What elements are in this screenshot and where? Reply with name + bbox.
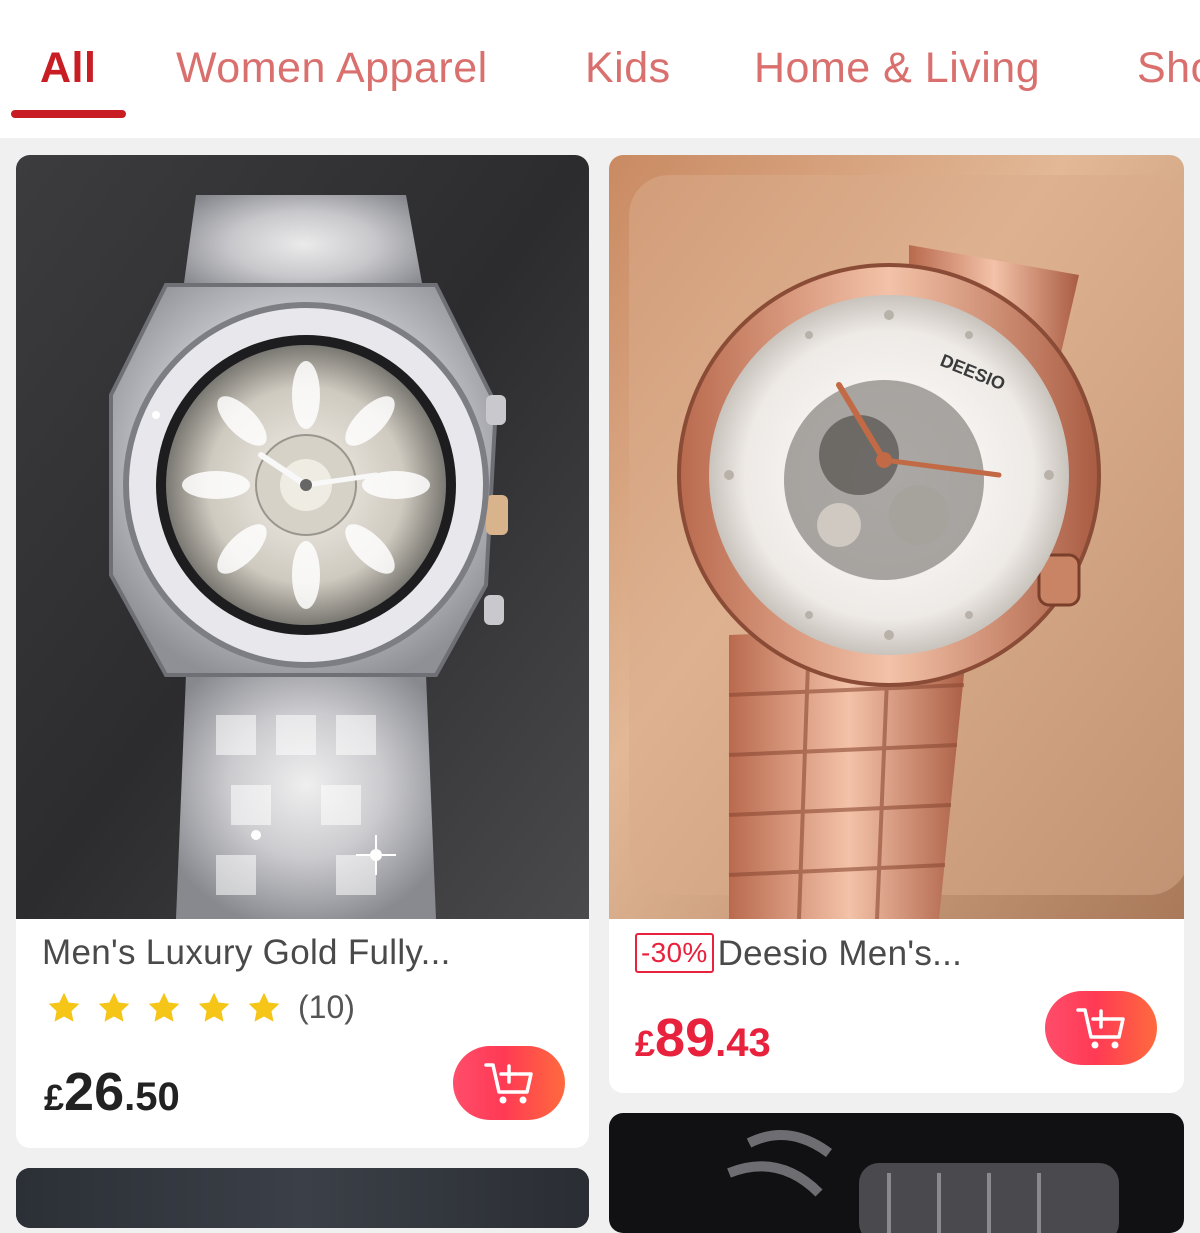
rating-stars: (10) — [46, 989, 355, 1026]
product-card-deesio-watch[interactable]: DEESIO -30% Deesio Men's... £89.43 — [609, 155, 1184, 1093]
product-image-partial[interactable] — [609, 1113, 1184, 1233]
tab-home-living[interactable]: Home & Living — [754, 44, 1040, 93]
add-to-cart-button[interactable] — [453, 1046, 565, 1120]
active-tab-indicator — [11, 110, 126, 118]
price-decimal: .43 — [715, 1021, 771, 1065]
add-to-cart-button[interactable] — [1045, 991, 1157, 1065]
tab-shoes-partial[interactable]: Sho — [1137, 44, 1200, 93]
tab-kids[interactable]: Kids — [585, 44, 671, 93]
star-icon — [96, 990, 132, 1026]
product-card-partial[interactable] — [16, 1168, 589, 1228]
discount-badge: -30% — [635, 933, 714, 973]
product-image-iced-watch[interactable] — [16, 155, 589, 919]
review-count: (10) — [298, 989, 355, 1025]
product-price: £26.50 — [44, 1061, 180, 1123]
product-price: £89.43 — [635, 1007, 771, 1069]
product-card-partial[interactable] — [609, 1113, 1184, 1233]
tab-all[interactable]: All — [40, 44, 96, 93]
price-currency: £ — [44, 1077, 65, 1118]
product-image-partial[interactable] — [16, 1168, 589, 1228]
product-title[interactable]: -30% Deesio Men's... — [635, 933, 1165, 974]
price-decimal: .50 — [124, 1075, 180, 1119]
product-title-text[interactable]: Deesio Men's... — [718, 934, 963, 973]
product-title[interactable]: Men's Luxury Gold Fully... — [42, 933, 562, 973]
star-icon — [146, 990, 182, 1026]
star-icon — [196, 990, 232, 1026]
price-integer: 89 — [655, 1008, 716, 1068]
star-icon — [46, 990, 82, 1026]
price-currency: £ — [635, 1023, 656, 1064]
product-card-iced-watch[interactable]: Men's Luxury Gold Fully... (10) £26.50 — [16, 155, 589, 1148]
price-integer: 26 — [64, 1062, 125, 1122]
category-tab-bar: All Women Apparel Kids Home & Living Sho — [0, 0, 1200, 138]
add-to-cart-icon — [1076, 1008, 1125, 1049]
star-icon — [246, 990, 282, 1026]
add-to-cart-icon — [484, 1063, 533, 1104]
product-image-deesio-watch[interactable]: DEESIO — [609, 155, 1184, 919]
tab-women-apparel[interactable]: Women Apparel — [176, 44, 488, 93]
